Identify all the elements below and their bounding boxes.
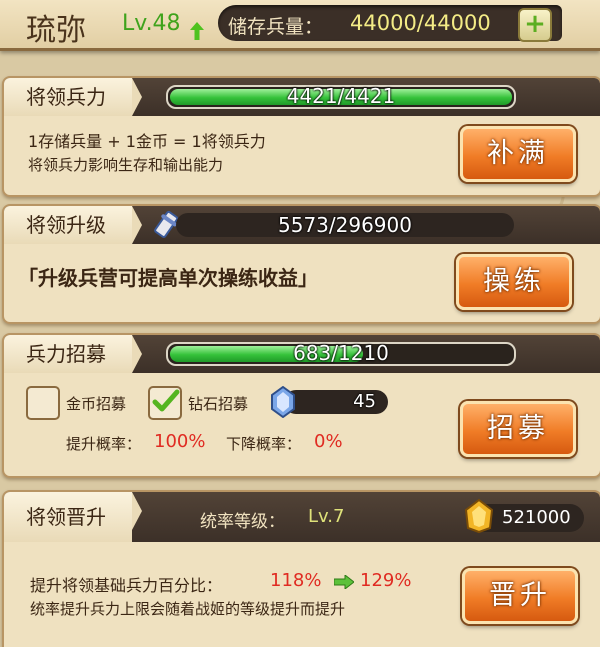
bonus-from-value: 118%: [270, 570, 322, 591]
recruit-button[interactable]: 招募: [460, 401, 576, 457]
command-level-value: Lv.7: [308, 506, 345, 527]
troops-panel: 将领兵力 4421/4421 1存储兵量 + 1金币 = 1将领兵力 将领兵力影…: [2, 76, 600, 197]
experience-text: 5573/296900: [278, 213, 412, 237]
raise-probability-label: 提升概率：: [66, 435, 142, 453]
hero-name: 琉弥: [26, 13, 86, 48]
diamond-recruit-checkbox[interactable]: [148, 386, 182, 420]
troops-effect-text: 将领兵力影响生存和输出能力: [28, 156, 224, 174]
storage-label: 储存兵量：: [228, 16, 324, 38]
troops-title: 将领兵力: [4, 78, 142, 116]
diamond-icon: [271, 386, 295, 418]
storage-value: 44000/44000: [350, 11, 491, 35]
recruit-panel: 兵力招募 683/1210 金币招募 钻石招募 45 提升概率： 100% 下降…: [2, 333, 600, 478]
promote-panel: 将领晋升 统率等级： Lv.7 521000 提升将领基础兵力百分比： 118%…: [2, 490, 600, 647]
diamond-cost-box: 45: [284, 390, 388, 414]
level-up-arrow-icon: [190, 22, 204, 40]
train-button[interactable]: 操练: [456, 254, 572, 310]
upgrade-title: 将领升级: [4, 206, 142, 244]
upgrade-tip: 「升级兵营可提高单次操练收益」: [18, 266, 318, 290]
command-level-label: 统率等级：: [200, 512, 285, 532]
storage-display: 储存兵量： 44000/44000 +: [218, 5, 562, 42]
diamond-recruit-label: 钻石招募: [188, 395, 249, 413]
troops-formula: 1存储兵量 + 1金币 = 1将领兵力: [28, 132, 266, 151]
drop-probability-label: 下降概率：: [226, 435, 302, 453]
diamond-cost: 45: [353, 391, 376, 412]
promotion-cost: 521000: [502, 507, 571, 528]
troops-panel-header: 将领兵力 4421/4421: [4, 78, 600, 116]
promote-title: 将领晋升: [4, 492, 142, 542]
drop-probability-value: 0%: [314, 431, 343, 452]
hero-header: 琉弥 Lv.48 储存兵量： 44000/44000 +: [0, 0, 600, 51]
bonus-to-value: 129%: [360, 570, 412, 591]
checkmark-icon: [152, 389, 180, 412]
experience-bar: 5573/296900: [176, 213, 514, 237]
gold-recruit-label: 金币招募: [66, 395, 127, 413]
gold-ingot-icon: [464, 498, 494, 534]
recruit-panel-header: 兵力招募 683/1210: [4, 335, 600, 373]
recruit-progress-bar: 683/1210: [166, 341, 516, 366]
troops-progress-text: 4421/4421: [286, 84, 396, 108]
upgrade-panel: 将领升级 5573/296900 「升级兵营可提高单次操练收益」 操练: [2, 204, 600, 324]
arrow-right-icon: [334, 575, 354, 589]
recruit-progress-text: 683/1210: [293, 341, 389, 365]
plus-icon: +: [524, 9, 546, 39]
hero-level: Lv.48: [122, 11, 181, 36]
gold-recruit-checkbox[interactable]: [26, 386, 60, 420]
raise-probability-value: 100%: [154, 431, 206, 452]
upgrade-panel-header: 将领升级 5573/296900: [4, 206, 600, 244]
promotion-cost-box: 521000: [464, 498, 584, 534]
promotion-note: 统率提升兵力上限会随着战姬的等级提升而提升: [30, 600, 346, 618]
troops-progress-bar: 4421/4421: [166, 84, 516, 109]
refill-button[interactable]: 补满: [460, 126, 576, 182]
promote-panel-header: 将领晋升 统率等级： Lv.7 521000: [4, 492, 600, 542]
recruit-title: 兵力招募: [4, 335, 142, 373]
promote-button[interactable]: 晋升: [462, 568, 578, 624]
add-storage-button[interactable]: +: [518, 8, 552, 42]
bonus-label: 提升将领基础兵力百分比：: [30, 576, 223, 595]
